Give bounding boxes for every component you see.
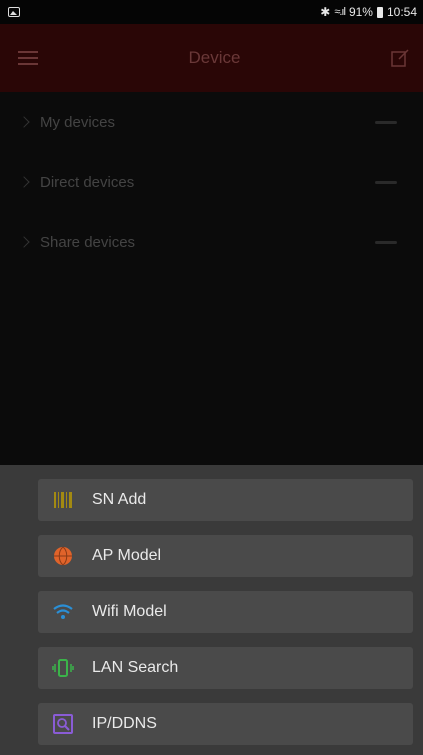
- wifi-model-label: Wifi Model: [92, 603, 167, 620]
- lan-search-label: LAN Search: [92, 659, 179, 676]
- battery-percent: 91%: [348, 5, 373, 19]
- ip-search-icon: [53, 714, 73, 734]
- battery-icon: [376, 6, 383, 18]
- app-header: Device: [0, 24, 423, 92]
- page-title: Device: [188, 48, 241, 67]
- chevron-right-icon: [18, 236, 30, 248]
- status-time: 10:54: [386, 5, 417, 19]
- device-list: My devices Direct devices Share devices: [0, 92, 423, 272]
- vibrate-phone-icon: [52, 659, 74, 677]
- chevron-right-icon: [18, 116, 30, 128]
- device-group-label: My devices: [40, 113, 116, 131]
- device-group-label: Share devices: [40, 233, 136, 251]
- ip-ddns-button[interactable]: IP/DDNS: [38, 703, 413, 745]
- sn-add-button[interactable]: SN Add: [38, 479, 413, 521]
- wifi-model-button[interactable]: Wifi Model: [38, 591, 413, 633]
- ap-model-label: AP Model: [92, 547, 162, 564]
- gallery-notification-icon: [8, 7, 20, 17]
- sn-add-label: SN Add: [92, 491, 147, 508]
- ip-ddns-label: IP/DDNS: [92, 715, 157, 732]
- device-count: [375, 120, 397, 124]
- chevron-right-icon: [18, 176, 30, 188]
- device-group-direct-devices[interactable]: Direct devices: [0, 152, 423, 212]
- add-device-action-sheet: SN Add AP Model Wifi Model LAN Search IP…: [0, 465, 423, 755]
- status-bar: ✱ ≈.ıl 91% 10:54: [0, 0, 423, 24]
- signal-icon: ≈.ıl: [334, 6, 346, 18]
- device-group-share-devices[interactable]: Share devices: [0, 212, 423, 272]
- ap-model-button[interactable]: AP Model: [38, 535, 413, 577]
- edit-icon[interactable]: [391, 49, 409, 67]
- bluetooth-icon: ✱: [320, 5, 331, 19]
- lan-search-button[interactable]: LAN Search: [38, 647, 413, 689]
- barcode-icon: [54, 492, 72, 508]
- menu-icon[interactable]: [18, 51, 38, 65]
- device-group-label: Direct devices: [40, 173, 135, 191]
- device-count: [375, 240, 397, 244]
- device-group-my-devices[interactable]: My devices: [0, 92, 423, 152]
- device-count: [375, 180, 397, 184]
- wifi-icon: [53, 604, 73, 619]
- globe-icon: [54, 546, 72, 566]
